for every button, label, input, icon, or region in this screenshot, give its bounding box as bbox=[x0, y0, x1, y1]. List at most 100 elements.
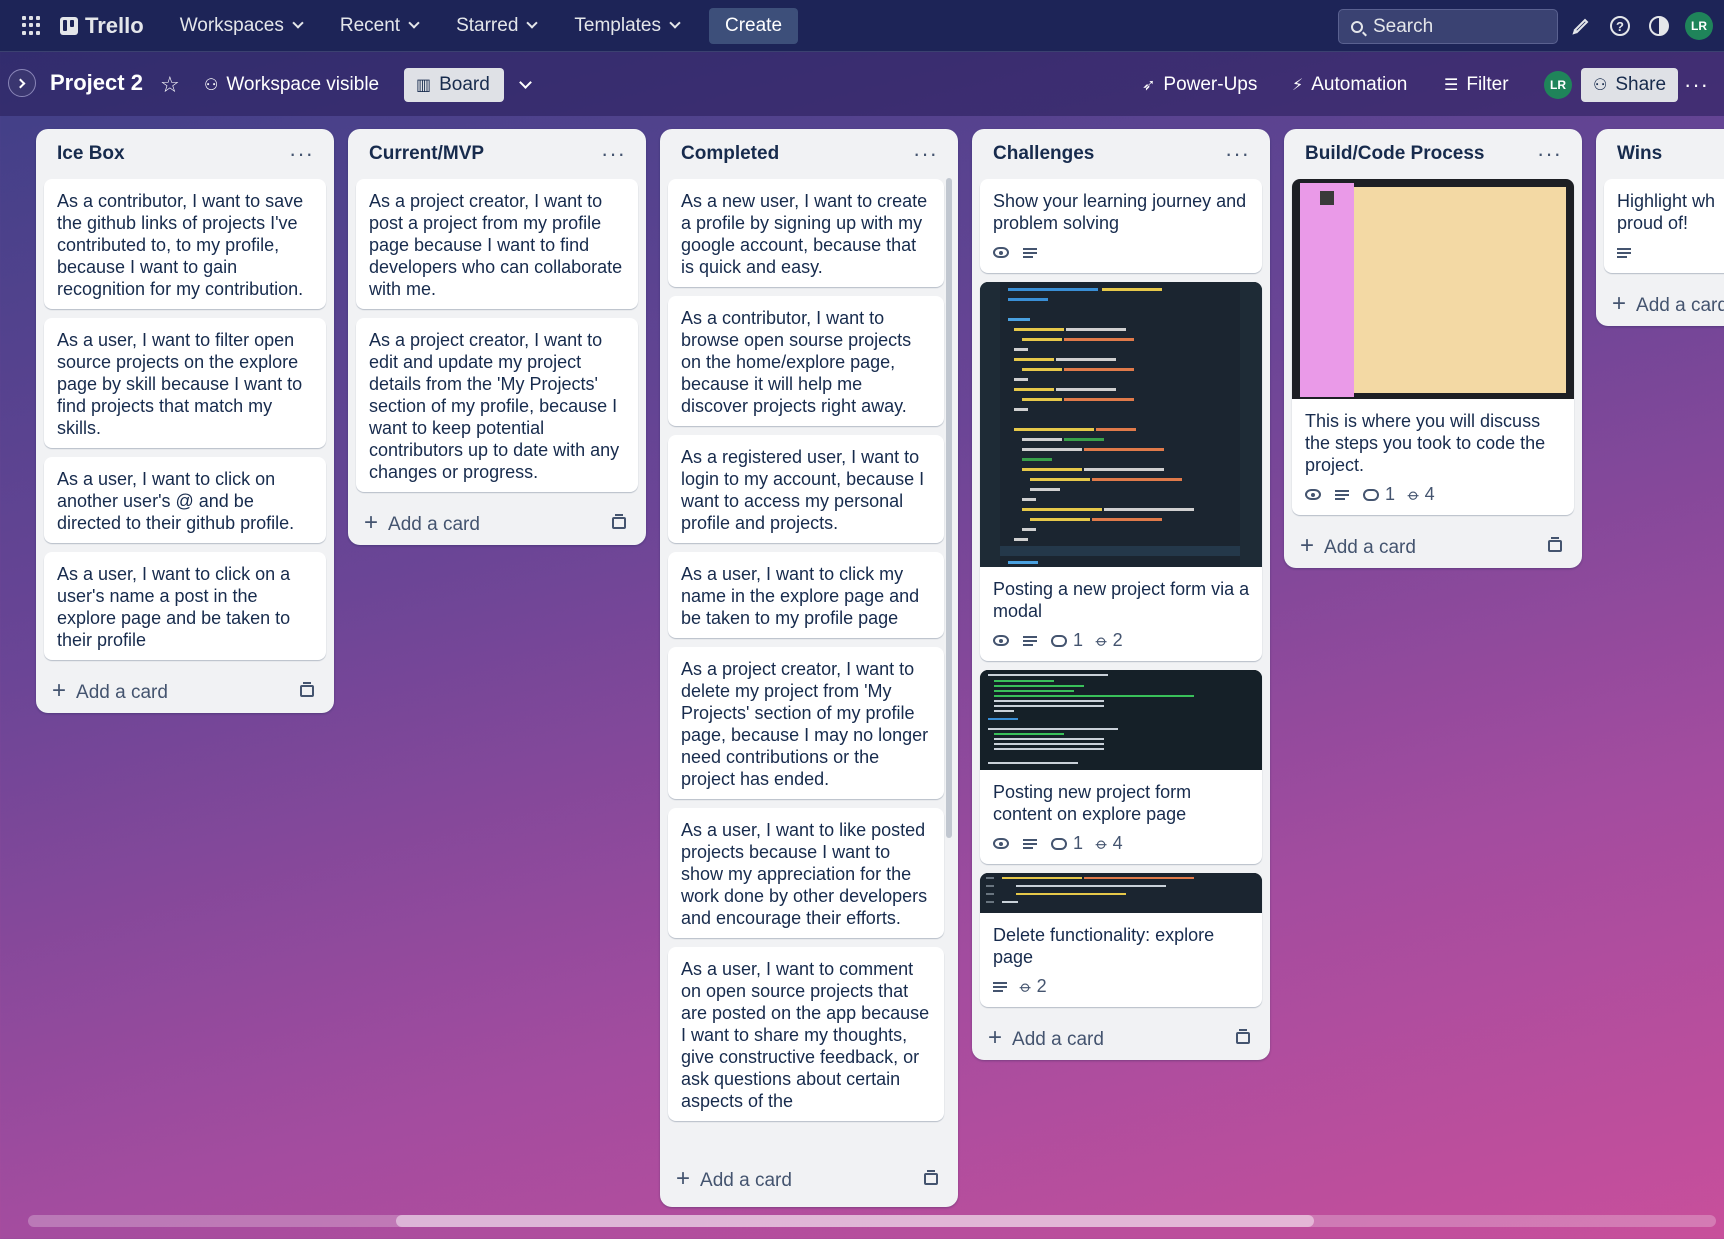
filter-button[interactable]: ☰ Filter bbox=[1444, 68, 1509, 102]
list-title[interactable]: Challenges bbox=[993, 143, 1094, 165]
chevron-down-icon bbox=[526, 17, 539, 29]
list-title[interactable]: Wins bbox=[1617, 143, 1662, 165]
card[interactable]: As a new user, I want to create a profil… bbox=[668, 179, 944, 287]
attachment-count: 4 bbox=[1112, 833, 1123, 853]
attachment-count: 2 bbox=[1112, 630, 1123, 650]
add-card-button[interactable]: + Add a card bbox=[1596, 282, 1724, 326]
scrollbar-thumb[interactable] bbox=[396, 1215, 1314, 1227]
card[interactable]: As a user, I want to comment on open sou… bbox=[668, 947, 944, 1121]
card-badges bbox=[980, 243, 1262, 273]
comment-icon bbox=[1051, 837, 1067, 850]
list-title[interactable]: Current/MVP bbox=[369, 143, 484, 165]
sidebar-expand-button[interactable] bbox=[8, 69, 36, 97]
card-template-icon[interactable] bbox=[1236, 1029, 1250, 1044]
comments-badge: 1 bbox=[1363, 484, 1395, 505]
card[interactable]: As a user, I want to click on a user's n… bbox=[44, 552, 326, 660]
board-horizontal-scrollbar[interactable] bbox=[28, 1215, 1716, 1227]
paperclip-icon: ⌀ bbox=[1092, 834, 1111, 854]
card[interactable]: As a user, I want to filter open source … bbox=[44, 318, 326, 448]
add-card-button[interactable]: + Add a card bbox=[36, 669, 334, 713]
card-cover-image bbox=[1292, 179, 1574, 399]
people-icon: ⚇ bbox=[204, 77, 219, 94]
card-cover-image bbox=[980, 670, 1262, 770]
plus-icon: + bbox=[52, 677, 67, 704]
create-button[interactable]: Create bbox=[709, 7, 799, 44]
list-menu-icon[interactable]: ··· bbox=[1225, 143, 1250, 165]
board-title[interactable]: Project 2 bbox=[50, 70, 143, 96]
starred-menu[interactable]: Starred bbox=[444, 8, 548, 44]
list-scrollbar[interactable] bbox=[946, 178, 952, 838]
card-template-icon[interactable] bbox=[300, 682, 314, 697]
card-title: As a user, I want to click on another us… bbox=[57, 469, 295, 533]
add-card-button[interactable]: + Add a card bbox=[972, 1016, 1270, 1060]
card-template-icon[interactable] bbox=[1548, 537, 1562, 552]
app-switcher-icon[interactable] bbox=[22, 15, 42, 36]
watching-icon bbox=[993, 635, 1009, 646]
card[interactable]: This is where you will discuss the steps… bbox=[1292, 179, 1574, 515]
more-icon: ··· bbox=[1684, 72, 1709, 97]
card[interactable]: As a project creator, I want to post a p… bbox=[356, 179, 638, 309]
card-template-icon[interactable] bbox=[924, 1170, 938, 1185]
list-menu-icon[interactable]: ··· bbox=[289, 143, 314, 165]
list-build-code-process: Build/Code Process ··· This is where you… bbox=[1284, 129, 1582, 568]
recent-menu[interactable]: Recent bbox=[328, 8, 430, 44]
list-title[interactable]: Ice Box bbox=[57, 143, 125, 165]
view-switcher-button[interactable] bbox=[519, 68, 532, 102]
add-card-button[interactable]: + Add a card bbox=[660, 1157, 958, 1201]
list-menu-icon[interactable]: ··· bbox=[601, 143, 626, 165]
card-title: This is where you will discuss the steps… bbox=[1305, 411, 1546, 475]
search-input[interactable]: Search bbox=[1338, 9, 1558, 44]
card[interactable]: As a project creator, I want to edit and… bbox=[356, 318, 638, 492]
card-badges: 1 ⌀ 4 bbox=[1292, 484, 1574, 515]
card-badges bbox=[1604, 243, 1724, 273]
list-menu-icon[interactable]: ··· bbox=[1537, 143, 1562, 165]
card[interactable]: Posting new project form content on expl… bbox=[980, 670, 1262, 864]
card-list: As a contributor, I want to save the git… bbox=[36, 179, 334, 660]
list-menu-icon[interactable]: ··· bbox=[913, 143, 938, 165]
card[interactable]: As a contributor, I want to browse open … bbox=[668, 296, 944, 426]
theme-icon[interactable] bbox=[1646, 13, 1672, 39]
member-avatar[interactable]: LR bbox=[1544, 71, 1572, 99]
description-icon bbox=[1617, 247, 1631, 258]
help-icon[interactable]: ? bbox=[1607, 13, 1633, 39]
code-screenshot bbox=[980, 282, 1262, 567]
card[interactable]: As a user, I want to click on another us… bbox=[44, 457, 326, 543]
share-button[interactable]: ⚇ Share bbox=[1581, 68, 1679, 102]
card[interactable]: As a project creator, I want to delete m… bbox=[668, 647, 944, 799]
card[interactable]: As a user, I want to like posted project… bbox=[668, 808, 944, 938]
user-avatar[interactable]: LR bbox=[1685, 12, 1713, 40]
card[interactable]: Show your learning journey and problem s… bbox=[980, 179, 1262, 273]
list-header: Completed ··· bbox=[660, 129, 958, 179]
board-view-button[interactable]: ▥ Board bbox=[404, 68, 504, 102]
card[interactable]: Highlight wh proud of! bbox=[1604, 179, 1724, 273]
visibility-button[interactable]: ⚇ Workspace visible bbox=[204, 68, 379, 102]
star-button[interactable]: ☆ bbox=[160, 68, 180, 102]
card-cover-image bbox=[980, 282, 1262, 567]
board-members[interactable]: LR bbox=[1544, 68, 1572, 102]
list-challenges: Challenges ··· Show your learning journe… bbox=[972, 129, 1270, 1060]
card-template-icon[interactable] bbox=[612, 514, 626, 529]
card-title: As a user, I want to comment on open sou… bbox=[681, 959, 930, 1111]
attachments-badge: ⌀ 4 bbox=[1404, 484, 1435, 505]
card[interactable]: As a contributor, I want to save the git… bbox=[44, 179, 326, 309]
workspaces-menu[interactable]: Workspaces bbox=[168, 8, 314, 44]
notifications-icon[interactable] bbox=[1568, 13, 1594, 39]
list-title[interactable]: Build/Code Process bbox=[1305, 143, 1485, 165]
trello-logo[interactable]: Trello bbox=[60, 13, 144, 39]
card[interactable]: Posting a new project form via a modal 1… bbox=[980, 282, 1262, 661]
cover-content bbox=[1354, 187, 1566, 393]
card-title: Highlight wh proud of! bbox=[1617, 191, 1716, 233]
card[interactable]: As a user, I want to click my name in th… bbox=[668, 552, 944, 638]
add-card-button[interactable]: + Add a card bbox=[1284, 524, 1582, 568]
chevron-right-icon bbox=[15, 78, 26, 88]
comment-icon bbox=[1051, 634, 1067, 647]
card[interactable]: As a registered user, I want to login to… bbox=[668, 435, 944, 543]
add-card-button[interactable]: + Add a card bbox=[348, 501, 646, 545]
list-title[interactable]: Completed bbox=[681, 143, 779, 165]
templates-menu[interactable]: Templates bbox=[562, 8, 691, 44]
automation-button[interactable]: ⚡ Automation bbox=[1292, 68, 1407, 102]
power-ups-button[interactable]: ➶ Power-Ups bbox=[1142, 68, 1257, 102]
comments-badge: 1 bbox=[1051, 630, 1083, 651]
card[interactable]: Delete functionality: explore page ⌀ 2 bbox=[980, 873, 1262, 1007]
board-menu-button[interactable]: ··· bbox=[1684, 68, 1709, 102]
